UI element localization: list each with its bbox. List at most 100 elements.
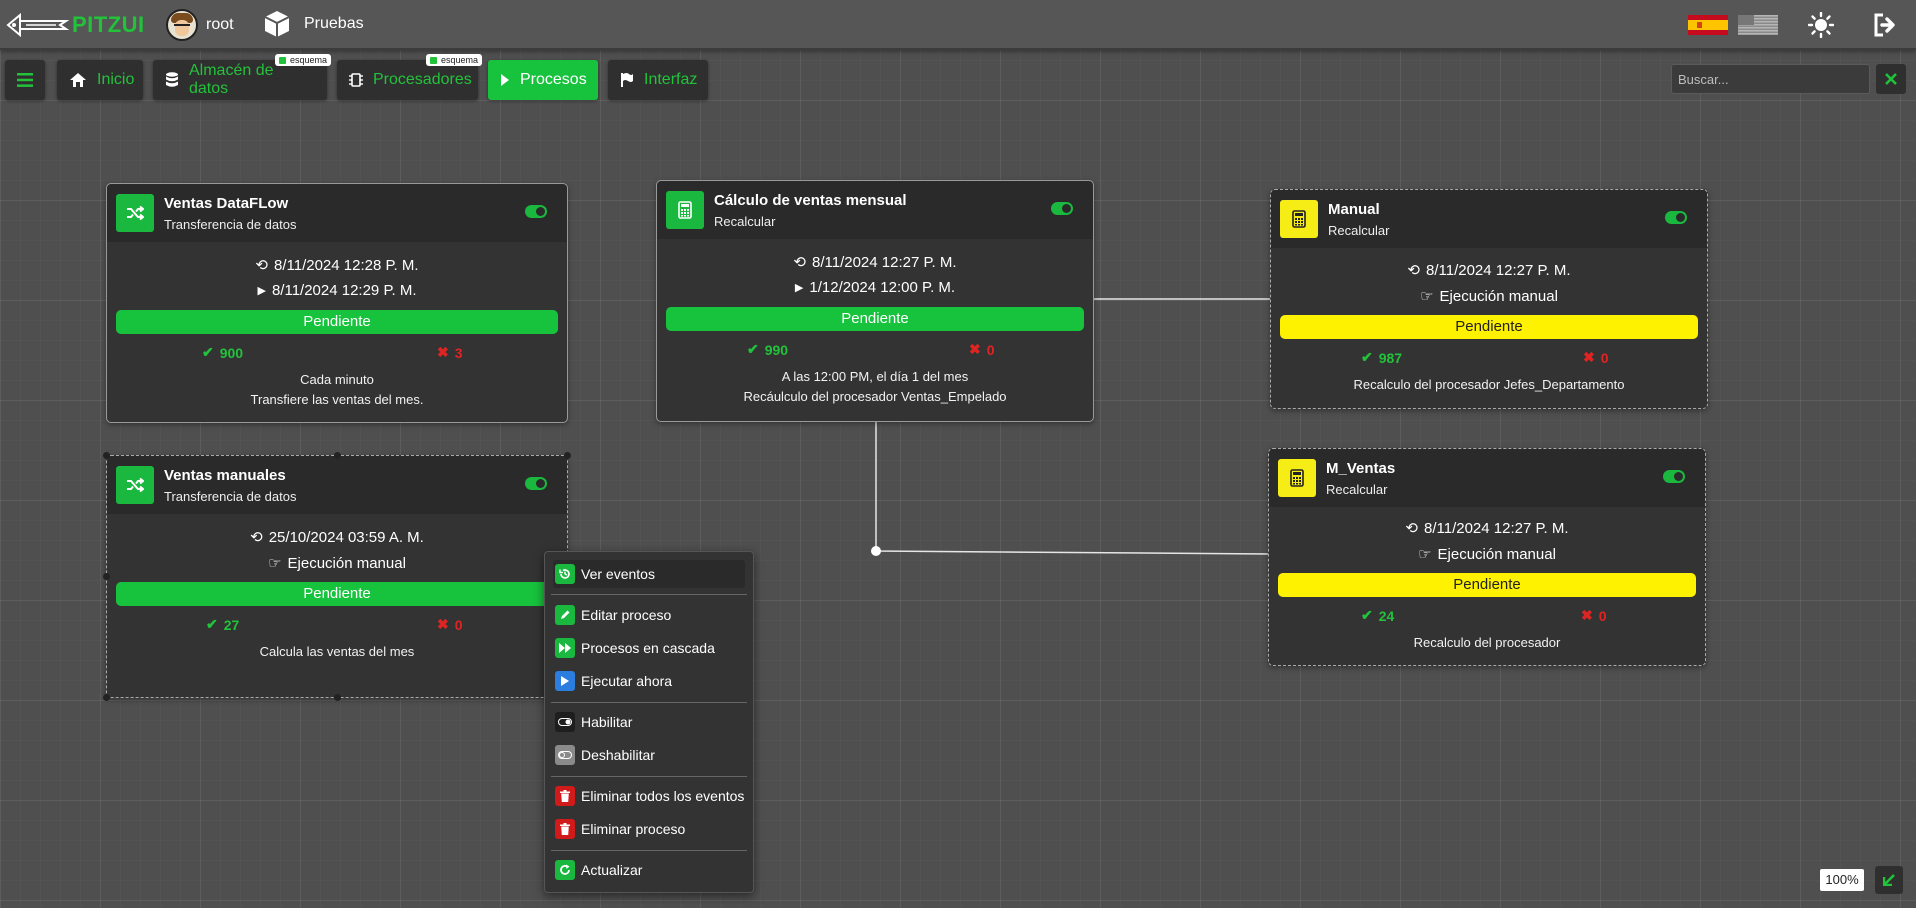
card-description: Recalculo del procesador Jefes_Departame… [1353, 377, 1625, 392]
hand-pointer-icon: ☞ [268, 555, 282, 572]
last-run: ⟲ 8/11/2024 12:27 P. M. [1405, 519, 1569, 538]
trash-icon [555, 786, 575, 806]
history-icon: ⟲ [793, 254, 806, 271]
last-run: ⟲ 8/11/2024 12:27 P. M. [1407, 261, 1571, 280]
success-count: ✔ 987 [1361, 349, 1403, 366]
card-subtitle: Transferencia de datos [164, 489, 297, 504]
menu-item-eliminar-eventos[interactable]: Eliminar todos los eventos [553, 782, 745, 810]
card-title: M_Ventas [1326, 460, 1396, 477]
toggle-off-icon [555, 745, 575, 765]
check-circle-icon: ✔ [1361, 349, 1373, 365]
card-title: Ventas DataFLow [164, 195, 289, 212]
last-run: ⟲ 8/11/2024 12:28 P. M. [255, 256, 419, 275]
card-title: Ventas manuales [164, 467, 286, 484]
x-circle-icon: ✖ [1583, 349, 1595, 365]
x-circle-icon: ✖ [437, 616, 449, 632]
hand-pointer-icon: ☞ [1420, 288, 1434, 305]
menu-item-procesos-cascada[interactable]: Procesos en cascada [553, 634, 745, 662]
run-mode: ☞ Ejecución manual [268, 554, 406, 573]
process-card-m-ventas[interactable]: M_Ventas Recalcular ⟲ 8/11/2024 12:27 P. … [1268, 448, 1706, 666]
menu-item-actualizar[interactable]: Actualizar [553, 856, 745, 884]
refresh-icon [555, 860, 575, 880]
menu-divider [551, 776, 747, 777]
card-subtitle: Recalcular [1326, 482, 1388, 497]
error-count: ✖ 0 [1583, 349, 1609, 366]
expand-arrow-icon [1883, 874, 1895, 886]
menu-item-ejecutar-ahora[interactable]: Ejecutar ahora [553, 667, 745, 695]
pencil-icon [555, 605, 575, 625]
resize-handle[interactable] [564, 452, 571, 459]
status-badge: Pendiente [666, 307, 1084, 331]
status-badge: Pendiente [1278, 573, 1696, 597]
card-title: Manual [1328, 201, 1380, 218]
card-description: Transfiere las ventas del mes. [250, 392, 424, 407]
menu-item-deshabilitar[interactable]: Deshabilitar [553, 741, 745, 769]
menu-divider [551, 850, 747, 851]
card-header: Manual Recalcular [1271, 190, 1707, 248]
error-count: ✖ 0 [969, 341, 995, 358]
error-count: ✖ 3 [437, 344, 463, 361]
x-circle-icon: ✖ [437, 344, 449, 360]
process-card-calculo-ventas[interactable]: Cálculo de ventas mensual Recalcular ⟲ 8/… [656, 180, 1094, 422]
menu-item-ver-eventos[interactable]: Ver eventos [553, 560, 745, 588]
context-menu: Ver eventos Editar proceso Procesos en c… [544, 551, 754, 893]
menu-item-eliminar-proceso[interactable]: Eliminar proceso [553, 815, 745, 843]
enable-toggle[interactable] [1663, 470, 1685, 483]
trash-icon [555, 819, 575, 839]
menu-item-habilitar[interactable]: Habilitar [553, 708, 745, 736]
card-title: Cálculo de ventas mensual [714, 192, 907, 209]
enable-toggle[interactable] [525, 477, 547, 490]
enable-toggle[interactable] [525, 205, 547, 218]
menu-divider [551, 594, 747, 595]
schedule-text: A las 12:00 PM, el día 1 del mes [781, 369, 969, 384]
success-count: ✔ 24 [1361, 607, 1395, 624]
check-circle-icon: ✔ [206, 616, 218, 632]
process-card-ventas-manuales[interactable]: Ventas manuales Transferencia de datos ⟲… [103, 452, 571, 701]
card-header: M_Ventas Recalcular [1269, 449, 1705, 507]
toggle-on-icon [555, 712, 575, 732]
resize-handle[interactable] [103, 694, 110, 701]
fit-view-button[interactable] [1875, 866, 1903, 894]
card-header: Cálculo de ventas mensual Recalcular [657, 181, 1093, 239]
card-description: Calcula las ventas del mes [259, 644, 415, 659]
success-count: ✔ 27 [206, 616, 240, 633]
process-card-manual[interactable]: Manual Recalcular ⟲ 8/11/2024 12:27 P. M.… [1270, 189, 1708, 409]
card-subtitle: Transferencia de datos [164, 217, 297, 232]
card-description: Recalculo del procesador [1413, 635, 1561, 650]
resize-handle[interactable] [334, 452, 341, 459]
check-circle-icon: ✔ [202, 344, 214, 360]
history-icon: ⟲ [1407, 262, 1420, 279]
resize-handle[interactable] [103, 573, 110, 580]
play-icon: ▶ [257, 285, 266, 297]
zoom-level[interactable]: 100% [1820, 869, 1864, 891]
history-icon: ⟲ [1405, 520, 1418, 537]
run-mode: ☞ Ejecución manual [1420, 287, 1558, 306]
history-icon: ⟲ [255, 257, 268, 274]
success-count: ✔ 900 [202, 344, 244, 361]
last-run: ⟲ 8/11/2024 12:27 P. M. [793, 253, 957, 272]
check-circle-icon: ✔ [747, 341, 759, 357]
hand-pointer-icon: ☞ [1418, 546, 1432, 563]
card-header: Ventas manuales Transferencia de datos [107, 456, 567, 514]
history-icon: ⟲ [250, 529, 263, 546]
enable-toggle[interactable] [1051, 202, 1073, 215]
menu-item-editar-proceso[interactable]: Editar proceso [553, 601, 745, 629]
check-circle-icon: ✔ [1361, 607, 1373, 623]
enable-toggle[interactable] [1665, 211, 1687, 224]
process-card-ventas-dataflow[interactable]: Ventas DataFLow Transferencia de datos ⟲… [106, 183, 568, 423]
next-run: ▶ 1/12/2024 12:00 P. M. [794, 279, 956, 296]
card-subtitle: Recalcular [714, 214, 776, 229]
status-badge: Pendiente [116, 310, 558, 334]
shuffle-icon [116, 194, 154, 232]
play-icon: ▶ [794, 282, 804, 294]
menu-divider [551, 702, 747, 703]
card-header: Ventas DataFLow Transferencia de datos [107, 184, 567, 242]
error-count: ✖ 0 [437, 616, 463, 633]
schedule-text: Cada minuto [300, 372, 374, 387]
resize-handle[interactable] [103, 452, 110, 459]
x-circle-icon: ✖ [1581, 607, 1593, 623]
card-description: Recáulculo del procesador Ventas_Empelad… [743, 389, 1007, 404]
resize-handle[interactable] [334, 694, 341, 701]
calculator-icon [1278, 459, 1316, 497]
success-count: ✔ 990 [747, 341, 789, 358]
